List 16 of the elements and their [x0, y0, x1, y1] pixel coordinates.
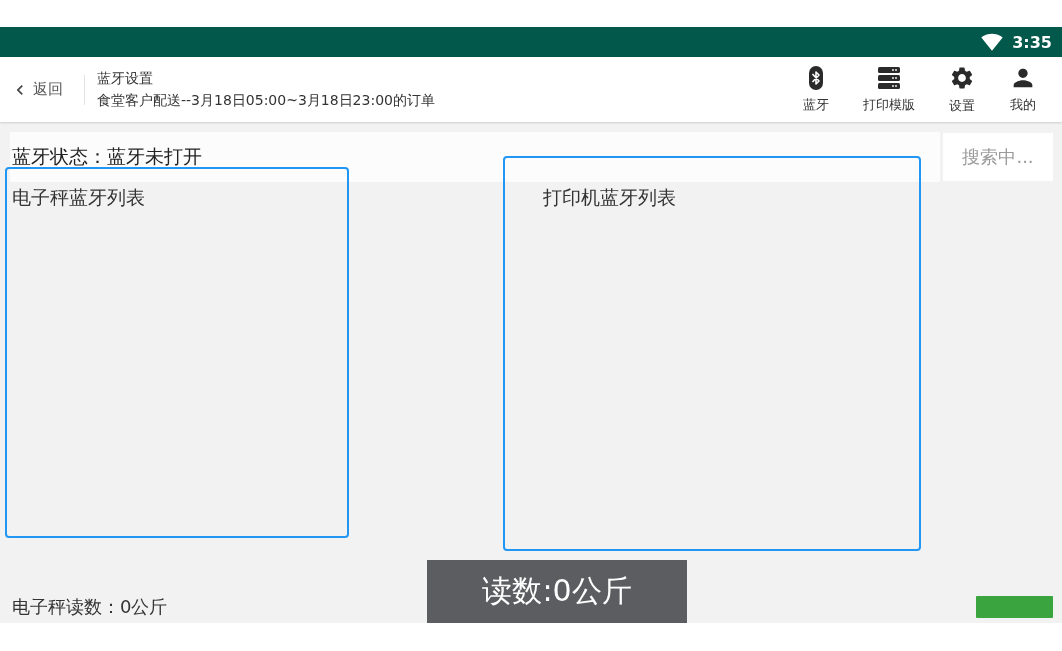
settings-button[interactable]: 设置 [932, 57, 992, 122]
reading-toast: 读数:0公斤 [427, 560, 687, 623]
action-button[interactable] [976, 596, 1053, 618]
scale-reading: 电子秤读数：0公斤 [12, 595, 168, 619]
server-icon [877, 65, 901, 90]
page-title: 蓝牙设置 [97, 69, 154, 88]
printer-list-title: 打印机蓝牙列表 [543, 186, 676, 208]
back-button[interactable]: 返回 [0, 69, 63, 110]
wifi-icon [981, 31, 1004, 53]
print-template-button[interactable]: 打印模版 [846, 57, 932, 122]
page-subtitle: 食堂客户配送--3月18日05:00~3月18日23:00的订单 [97, 91, 436, 110]
status-time: 3:35 [1012, 32, 1052, 52]
profile-button[interactable]: 我的 [992, 57, 1054, 122]
scale-list-title: 电子秤蓝牙列表 [12, 186, 145, 208]
bluetooth-button[interactable]: 蓝牙 [786, 57, 846, 122]
bluetooth-status: 蓝牙状态：蓝牙未打开 [12, 144, 202, 169]
